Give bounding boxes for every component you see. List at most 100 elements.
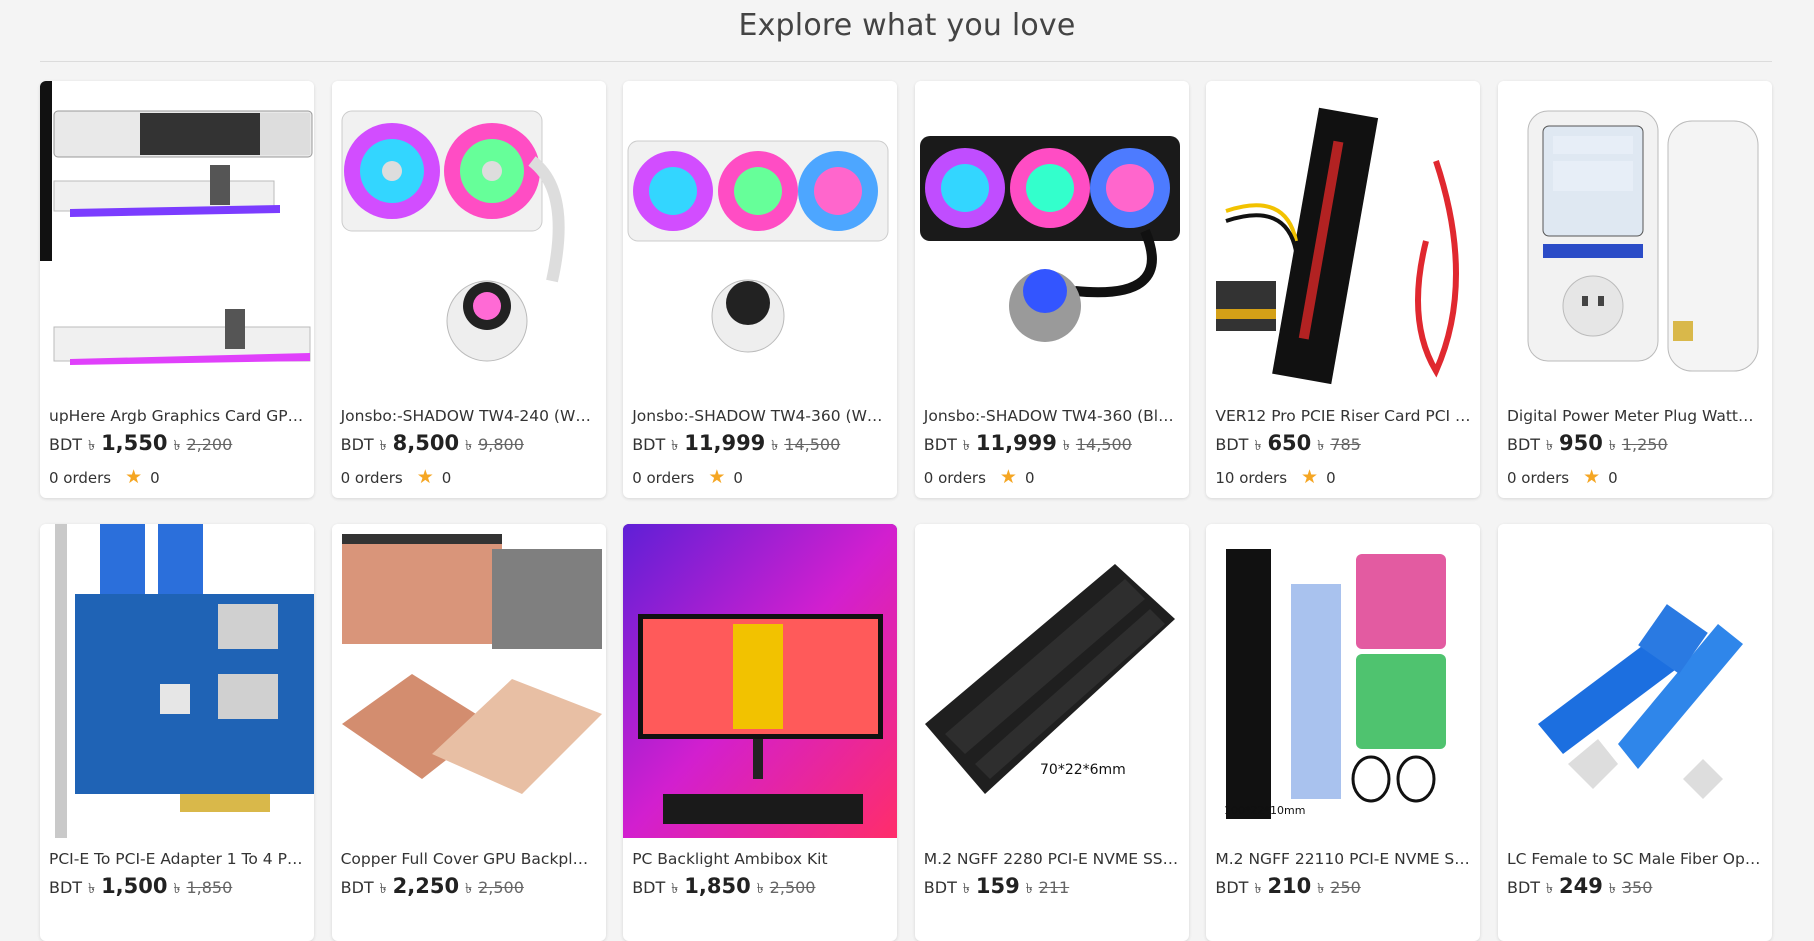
currency-code: BDT — [49, 435, 83, 454]
star-icon: ★ — [1583, 466, 1601, 488]
ssd-size-label: 70*22*6mm — [1040, 762, 1126, 778]
currency-symbol: ৳ — [671, 881, 679, 897]
aio-cooler-360-white-image[interactable] — [623, 81, 898, 395]
price-row: BDT ৳ 650 ৳ 785 — [1206, 425, 1480, 458]
rating-value: 0 — [441, 468, 452, 487]
star-icon: ★ — [1301, 466, 1319, 488]
copper-backplate-image[interactable] — [331, 524, 606, 838]
product-card[interactable]: PC Backlight Ambibox Kit BDT ৳ 1,850 ৳ 2… — [623, 524, 898, 941]
product-price: 11,999 — [975, 431, 1057, 455]
title-divider — [40, 61, 1772, 62]
product-card[interactable]: Jonsbo:-SHADOW TW4-360 (Black)... BDT ৳ … — [914, 81, 1189, 498]
star-icon: ★ — [708, 466, 726, 488]
product-card[interactable]: Jonsbo:-SHADOW TW4-240 (White... BDT ৳ 8… — [331, 81, 606, 498]
product-card[interactable]: 100*22*10mm M.2 NGFF 22110 PCI-E NVME SS… — [1206, 524, 1481, 941]
currency-symbol: ৳ — [1608, 881, 1616, 897]
backlight-kit-image[interactable] — [623, 524, 898, 838]
currency-symbol: ৳ — [1254, 438, 1262, 454]
product-name[interactable]: M.2 NGFF 2280 PCI-E NVME SSD H... — [915, 838, 1189, 868]
rating-value: 0 — [1326, 468, 1336, 487]
product-card[interactable]: VER12 Pro PCIE Riser Card PCI Exp... BDT… — [1206, 81, 1481, 498]
meta-row: 10 orders ★ 0 — [1206, 458, 1480, 487]
ssd-heatsink-2280-image[interactable]: 70*22*6mm — [914, 524, 1189, 838]
order-count: 0 orders — [340, 468, 403, 487]
pcie-adapter-image[interactable] — [40, 524, 314, 838]
price-row: BDT ৳ 11,999 ৳ 14,500 — [623, 425, 897, 458]
power-meter-image[interactable] — [1497, 81, 1772, 395]
product-name[interactable]: Jonsbo:-SHADOW TW4-360 (Black)... — [915, 395, 1189, 425]
currency-code: BDT — [632, 878, 666, 897]
currency-code: BDT — [49, 878, 83, 897]
price-row: BDT ৳ 950 ৳ 1,250 — [1498, 425, 1772, 458]
product-grid: upHere Argb Graphics Card GPU ... BDT ৳ … — [40, 81, 1772, 941]
product-price: 159 — [975, 874, 1020, 898]
currency-code: BDT — [1506, 435, 1541, 454]
currency-code: BDT — [1215, 435, 1249, 454]
old-price: 2,500 — [478, 878, 524, 897]
rating-value: 0 — [1024, 468, 1035, 487]
star-icon: ★ — [999, 466, 1017, 488]
gpu-brace-image[interactable] — [40, 81, 314, 395]
price-row: BDT ৳ 159 ৳ 211 — [915, 868, 1189, 901]
product-name[interactable]: PC Backlight Ambibox Kit — [623, 838, 897, 868]
currency-code: BDT — [1506, 878, 1541, 897]
meta-row: 0 orders ★ 0 — [623, 458, 897, 487]
star-icon: ★ — [125, 466, 143, 488]
product-card[interactable]: Copper Full Cover GPU Backplate ... BDT … — [331, 524, 606, 941]
fiber-adapter-image[interactable] — [1497, 524, 1772, 838]
product-card[interactable]: Digital Power Meter Plug Wattmet... BDT … — [1497, 81, 1772, 498]
riser-card-image[interactable] — [1206, 81, 1481, 395]
price-row: BDT ৳ 11,999 ৳ 14,500 — [915, 425, 1189, 458]
product-price: 650 — [1267, 431, 1312, 455]
product-card[interactable]: LC Female to SC Male Fiber Optic ... BDT… — [1497, 524, 1772, 941]
product-name[interactable]: Jonsbo:-SHADOW TW4-240 (White... — [332, 395, 606, 425]
currency-symbol: ৳ — [962, 438, 970, 454]
meta-row: 0 orders ★ 0 — [915, 458, 1189, 487]
product-price: 2,250 — [392, 874, 460, 898]
old-price: 1,250 — [1621, 435, 1668, 454]
aio-cooler-240-white-image[interactable] — [331, 81, 606, 395]
currency-symbol: ৳ — [88, 881, 96, 897]
product-card[interactable]: PCI-E To PCI-E Adapter 1 To 4 PCI-... BD… — [40, 524, 314, 941]
old-price: 350 — [1621, 878, 1653, 897]
currency-symbol: ৳ — [962, 881, 970, 897]
currency-symbol: ৳ — [1062, 438, 1070, 454]
product-card[interactable]: Jonsbo:-SHADOW TW4-360 (White... BDT ৳ 1… — [623, 81, 898, 498]
old-price: 211 — [1038, 878, 1070, 897]
old-price: 1,850 — [186, 878, 233, 897]
product-card[interactable]: 70*22*6mm M.2 NGFF 2280 PCI-E NVME SSD H… — [914, 524, 1189, 941]
meta-row: 0 orders ★ 0 — [1498, 458, 1772, 487]
currency-code: BDT — [340, 878, 374, 897]
product-name[interactable]: M.2 NGFF 22110 PCI-E NVME SSD ... — [1206, 838, 1480, 868]
product-name[interactable]: Copper Full Cover GPU Backplate ... — [332, 838, 606, 868]
product-price: 1,500 — [101, 874, 168, 898]
currency-symbol: ৳ — [1546, 881, 1554, 897]
currency-symbol: ৳ — [771, 438, 779, 454]
price-row: BDT ৳ 2,250 ৳ 2,500 — [332, 868, 606, 901]
order-count: 0 orders — [1506, 468, 1570, 487]
product-price: 249 — [1559, 874, 1603, 898]
currency-symbol: ৳ — [379, 438, 387, 454]
currency-symbol: ৳ — [379, 881, 387, 897]
product-price: 210 — [1267, 874, 1312, 898]
currency-symbol: ৳ — [173, 881, 181, 897]
price-row: BDT ৳ 1,850 ৳ 2,500 — [623, 868, 897, 901]
currency-code: BDT — [923, 878, 957, 897]
star-icon: ★ — [416, 466, 434, 488]
product-name[interactable]: Digital Power Meter Plug Wattmet... — [1498, 395, 1772, 425]
price-row: BDT ৳ 8,500 ৳ 9,800 — [332, 425, 606, 458]
meta-row: 0 orders ★ 0 — [332, 458, 606, 487]
currency-code: BDT — [923, 435, 957, 454]
price-row: BDT ৳ 1,550 ৳ 2,200 — [40, 425, 314, 458]
product-name[interactable]: Jonsbo:-SHADOW TW4-360 (White... — [623, 395, 897, 425]
old-price: 250 — [1330, 878, 1361, 897]
product-card[interactable]: upHere Argb Graphics Card GPU ... BDT ৳ … — [40, 81, 314, 498]
currency-symbol: ৳ — [671, 438, 679, 454]
product-name[interactable]: PCI-E To PCI-E Adapter 1 To 4 PCI-... — [40, 838, 314, 868]
aio-cooler-360-black-image[interactable] — [914, 81, 1189, 395]
product-name[interactable]: upHere Argb Graphics Card GPU ... — [40, 395, 314, 425]
ssd-heatsink-22110-image[interactable]: 100*22*10mm — [1206, 524, 1481, 838]
currency-symbol: ৳ — [1025, 881, 1033, 897]
product-name[interactable]: VER12 Pro PCIE Riser Card PCI Exp... — [1206, 395, 1480, 425]
product-name[interactable]: LC Female to SC Male Fiber Optic ... — [1498, 838, 1772, 868]
